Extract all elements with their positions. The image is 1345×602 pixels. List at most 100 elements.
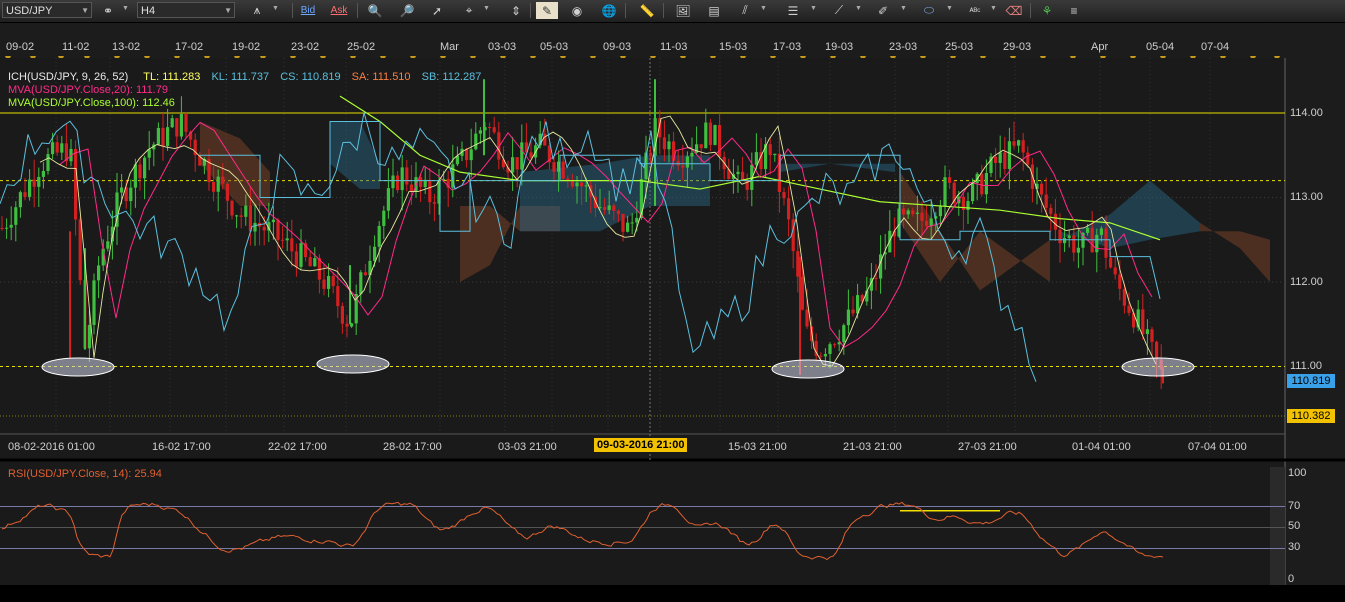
price-label: 111.00 [1290,360,1323,372]
candle-body [290,238,294,252]
rsi-axis-label: 0 [1288,573,1295,585]
candle-body [377,225,381,247]
candle-body [929,218,933,226]
low-marker-ellipse[interactable] [771,359,845,379]
candle-body [1109,257,1113,268]
candle-body [773,153,777,156]
candle-body [828,344,832,354]
candle-body [120,187,124,193]
candle-body [777,153,781,192]
low-marker-ellipse[interactable] [316,354,390,374]
candle-body [796,251,800,277]
candle-body [276,219,280,240]
candle-body [235,215,239,217]
candle-body [170,118,174,128]
time-label: 27-03 21:00 [958,441,1017,453]
price-chart[interactable] [0,0,1345,462]
candle-body [966,201,970,210]
candle-body [662,137,666,150]
time-cursor-label: 09-03-2016 21:00 [594,438,688,452]
candle-body [492,127,496,133]
candle-body [299,243,303,267]
candle-body [37,176,41,187]
candle-body [74,148,78,220]
candle-body [1122,288,1126,306]
candle-body [1003,152,1007,169]
candle-body [1026,152,1030,165]
candle-body [14,207,18,225]
low-marker-ellipse[interactable] [1121,357,1195,377]
candle-body [386,188,390,211]
chart-background [0,58,1285,460]
candle-body [129,187,133,202]
candle-body [1072,235,1076,253]
candle-body [1155,341,1159,360]
rsi-pane[interactable] [0,462,1345,602]
candle-body [133,164,137,188]
candle-body [1118,274,1122,289]
candle-body [607,205,611,210]
rsi-legend: RSI(USD/JPY.Close, 14): 25.94 [8,468,162,480]
candle-body [805,309,809,327]
candle-body [906,210,910,215]
candle-body [478,130,482,134]
candle-body [948,177,952,183]
candle-body [681,165,685,168]
candle-body [313,258,317,267]
candle-body [1012,141,1016,146]
candle-body [920,212,924,221]
candle-body [819,355,823,357]
candle-body [28,179,32,197]
candle-body [626,222,630,232]
candle-body [925,220,929,226]
candle-body [874,278,878,280]
time-label: 07-04 01:00 [1188,441,1247,453]
rsi-axis-label: 30 [1288,541,1301,553]
candle-body [216,176,220,192]
candle-body [409,184,413,192]
candle-body [902,208,906,215]
candle-body [285,238,289,241]
candle-body [1067,235,1071,239]
candle-body [271,219,275,223]
candle-body [32,179,36,187]
ichimoku-tl: TL: 111.283 [143,71,201,83]
time-label: 15-03 21:00 [728,441,787,453]
candle-body [800,276,804,310]
candle-body [1053,213,1057,230]
candle-body [97,265,101,281]
candle-body [9,224,13,228]
candle-body [685,156,689,168]
candle-body [391,175,395,189]
candle-body [1063,238,1067,244]
candle-body [55,142,59,153]
candle-body [754,152,758,165]
candle-body [998,152,1002,164]
candle-body [543,133,547,146]
ichimoku-sb: SB: 112.287 [421,71,482,83]
candle-body [704,122,708,149]
candle-body [396,175,400,191]
rsi-axis-label: 50 [1288,520,1301,532]
candle-body [419,177,423,188]
footer-bar [0,585,1345,602]
candle-body [1141,309,1145,335]
candle-body [1049,207,1053,214]
candle-body [768,144,772,156]
ichimoku-legend: ICH(USD/JPY, 9, 26, 52) TL: 111.283 KL: … [8,71,481,83]
candle-body [676,160,680,166]
candle-body [515,157,519,170]
candle-body [708,122,712,145]
candle-body [41,170,45,177]
candle-body [262,226,266,231]
time-label: 28-02 17:00 [383,441,442,453]
candle-body [690,152,694,157]
candle-body [630,222,634,224]
candle-body [911,210,915,214]
candle-body [736,171,740,175]
candle-body [400,167,404,191]
candle-body [1104,228,1108,258]
low-marker-ellipse[interactable] [41,357,115,377]
candle-body [584,185,588,187]
price-label: 112.00 [1290,276,1323,288]
